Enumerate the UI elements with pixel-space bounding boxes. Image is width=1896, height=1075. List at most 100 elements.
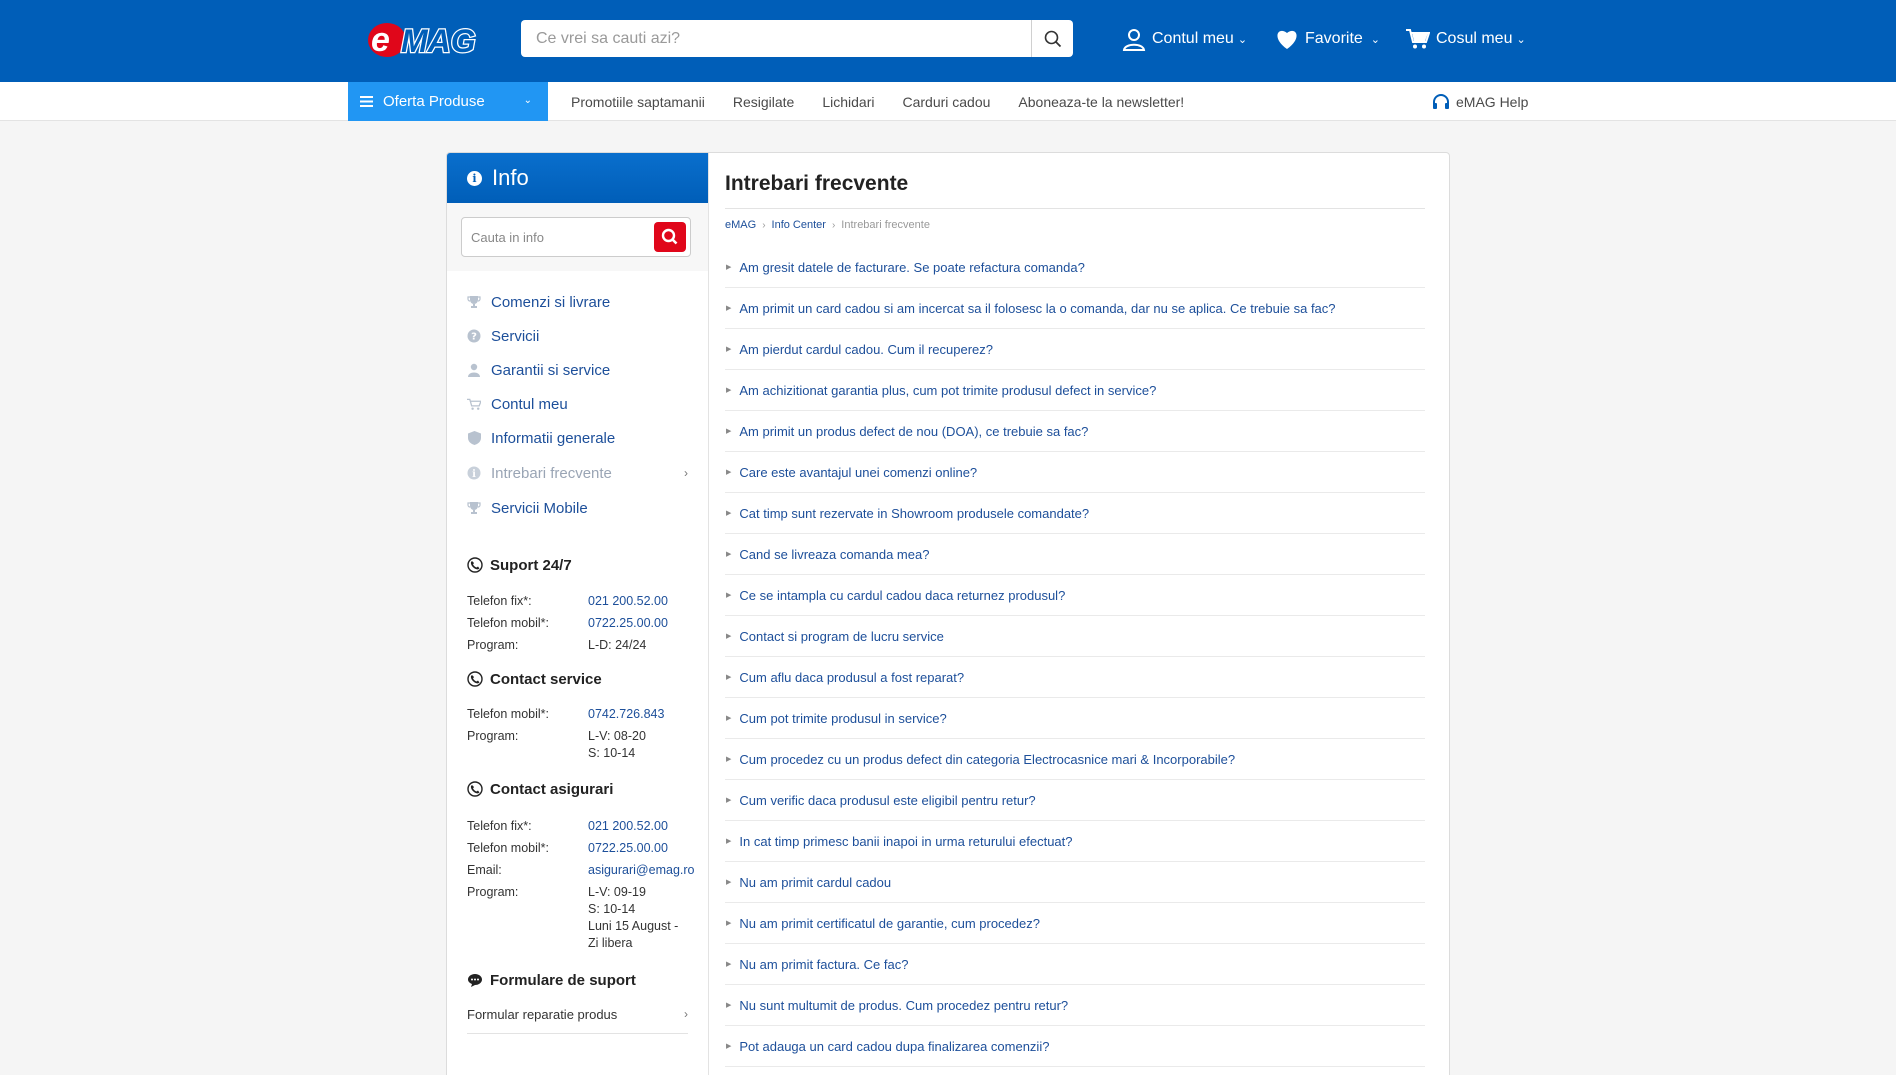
emag-logo[interactable]: e MAG bbox=[365, 18, 501, 60]
faq-item[interactable]: ▶ Cum aflu daca produsul a fost reparat? bbox=[725, 657, 1425, 698]
sidebar-item-label: Contul meu bbox=[491, 395, 568, 413]
sidebar-item-orders[interactable]: Comenzi si livrare bbox=[447, 285, 708, 319]
faq-item[interactable]: ▶ Contact si program de lucru service bbox=[725, 616, 1425, 657]
sidebar-item-label: Garantii si service bbox=[491, 361, 611, 379]
cart-link[interactable]: Cosul meu ⌄ bbox=[1405, 24, 1526, 54]
products-menu-label: Oferta Produse bbox=[383, 93, 485, 110]
breadcrumb-separator: › bbox=[762, 219, 766, 231]
help-link[interactable]: eMAG Help bbox=[1432, 82, 1528, 121]
search-input[interactable] bbox=[521, 20, 1031, 57]
phone-link[interactable]: 0722.25.00.00 bbox=[588, 615, 668, 632]
faq-content: Intrebari frecvente eMAG › Info Center ›… bbox=[709, 153, 1449, 1075]
triangle-right-icon: ▶ bbox=[726, 879, 732, 886]
account-label: Contul meu bbox=[1152, 30, 1234, 47]
svg-text:MAG: MAG bbox=[401, 23, 476, 59]
triangle-right-icon: ▶ bbox=[726, 961, 732, 968]
sidebar-item-label: Informatii generale bbox=[491, 429, 616, 447]
faq-item[interactable]: ▶ Am primit un produs defect de nou (DOA)… bbox=[725, 411, 1425, 452]
faq-item[interactable]: ▶ Nu sunt multumit de produs. Cum procede… bbox=[725, 985, 1425, 1026]
phone-icon bbox=[467, 781, 483, 797]
nav-link-promotions[interactable]: Promotiile saptamanii bbox=[571, 94, 705, 110]
info-icon: i bbox=[467, 170, 482, 186]
sidebar-item-warranty[interactable]: Garantii si service bbox=[447, 353, 708, 387]
sidebar-search bbox=[461, 217, 691, 257]
trophy-icon bbox=[467, 295, 481, 309]
chevron-down-icon: ⌄ bbox=[1370, 33, 1381, 46]
sidebar-item-general-info[interactable]: Informatii generale bbox=[447, 421, 708, 455]
faq-item[interactable]: ▶ Am primit un card cadou si am incercat … bbox=[725, 288, 1425, 329]
phone-link[interactable]: 0742.726.843 bbox=[588, 706, 664, 723]
faq-item[interactable]: ▶ Pot adauga un card cadou dupa finalizar… bbox=[725, 1026, 1425, 1067]
faq-item[interactable]: ▶ Nu am primit cardul cadou bbox=[725, 862, 1425, 903]
repair-form-link[interactable]: Formular reparatie produs › bbox=[447, 1003, 708, 1025]
divider bbox=[467, 1033, 688, 1034]
faq-item[interactable]: ▶ In cat timp primesc banii inapoi in urm… bbox=[725, 821, 1425, 862]
faq-item[interactable]: ▶ Cat timp sunt rezervate in Showroom pro… bbox=[725, 493, 1425, 534]
faq-item[interactable]: ▶ Cand se livreaza comanda mea? bbox=[725, 534, 1425, 575]
forms-title: Formulare de suport bbox=[467, 969, 698, 991]
svg-text:i: i bbox=[472, 469, 476, 480]
triangle-right-icon: ▶ bbox=[726, 797, 732, 804]
breadcrumb-current: Intrebari frecvente bbox=[841, 219, 930, 231]
support-section: Suport 24/7 Telefon fix*: 021 200.52.00 T… bbox=[447, 554, 708, 654]
faq-item[interactable]: ▶ Nu am primit certificatul de garantie, … bbox=[725, 903, 1425, 944]
help-label: eMAG Help bbox=[1456, 93, 1529, 110]
chevron-right-icon: › bbox=[684, 1007, 688, 1021]
breadcrumb: eMAG › Info Center › Intrebari frecvente bbox=[725, 215, 1425, 235]
sidebar-item-mobile-services[interactable]: Servicii Mobile bbox=[447, 491, 708, 525]
favorites-link[interactable]: Favorite ⌄ bbox=[1275, 24, 1380, 54]
faq-item[interactable]: ▶ Cum verific daca produsul este eligibil… bbox=[725, 780, 1425, 821]
phone-link[interactable]: 021 200.52.00 bbox=[588, 593, 668, 610]
phone-link[interactable]: 021 200.52.00 bbox=[588, 818, 668, 835]
email-link[interactable]: asigurari@emag.ro bbox=[588, 862, 694, 879]
shield-icon bbox=[467, 431, 481, 445]
faq-item[interactable]: ▶ Care este avantajul unei comenzi online… bbox=[725, 452, 1425, 493]
user-icon bbox=[1122, 29, 1146, 51]
search-icon bbox=[661, 228, 678, 245]
faq-item[interactable]: ▶ Nu am primit factura. Ce fac? bbox=[725, 944, 1425, 985]
chevron-down-icon: ⌄ bbox=[523, 95, 532, 106]
svg-text:e: e bbox=[371, 21, 390, 59]
sidebar-item-faq[interactable]: i Intrebari frecvente › bbox=[447, 455, 708, 491]
faq-item[interactable]: ▶ Cum procedez cu un produs defect din ca… bbox=[725, 739, 1425, 780]
breadcrumb-link-info-center[interactable]: Info Center bbox=[772, 219, 826, 231]
faq-item[interactable]: ▶ Am pierdut cardul cadou. Cum il recuper… bbox=[725, 329, 1425, 370]
nav-links: Promotiile saptamanii Resigilate Lichida… bbox=[571, 82, 1212, 121]
support-row: Program: L-D: 24/24 bbox=[467, 638, 647, 652]
triangle-right-icon: ▶ bbox=[726, 674, 732, 681]
sidebar-item-services[interactable]: ? Servicii bbox=[447, 319, 708, 353]
service-row: Program: L-V: 08-20 S: 10-14 bbox=[467, 729, 646, 760]
triangle-right-icon: ▶ bbox=[726, 1002, 732, 1009]
sidebar-item-label: Intrebari frecvente bbox=[491, 464, 612, 482]
question-icon: ? bbox=[467, 329, 481, 343]
account-link[interactable]: Contul meu ⌄ bbox=[1122, 24, 1247, 54]
sidebar-header: i Info bbox=[447, 153, 708, 203]
heart-icon bbox=[1277, 30, 1297, 49]
nav-link-resigilate[interactable]: Resigilate bbox=[733, 94, 794, 110]
faq-item[interactable]: ▶ Am achizitionat garantia plus, cum pot … bbox=[725, 370, 1425, 411]
faq-item[interactable]: ▶ Cum pot trimite produsul in service? bbox=[725, 698, 1425, 739]
sidebar-item-label: Comenzi si livrare bbox=[491, 293, 611, 311]
info-icon: i bbox=[467, 466, 481, 480]
nav-link-lichidari[interactable]: Lichidari bbox=[822, 94, 874, 110]
products-menu-button[interactable]: Oferta Produse ⌄ bbox=[348, 82, 548, 121]
sidebar-search-input[interactable] bbox=[462, 229, 654, 245]
nav-link-newsletter[interactable]: Aboneaza-te la newsletter! bbox=[1018, 94, 1184, 110]
faq-item[interactable]: ▶ Am gresit datele de facturare. Se poate… bbox=[725, 247, 1425, 288]
nav-link-gift-cards[interactable]: Carduri cadou bbox=[902, 94, 990, 110]
breadcrumb-link-home[interactable]: eMAG bbox=[725, 219, 756, 231]
sidebar-item-account[interactable]: Contul meu bbox=[447, 387, 708, 421]
svg-text:?: ? bbox=[471, 332, 477, 343]
sidebar-search-button[interactable] bbox=[654, 222, 686, 252]
sidebar-title: Info bbox=[492, 165, 529, 190]
triangle-right-icon: ▶ bbox=[726, 428, 732, 435]
phone-link[interactable]: 0722.25.00.00 bbox=[588, 840, 668, 857]
breadcrumb-separator: › bbox=[831, 219, 836, 231]
faq-item[interactable]: ▶ Ce se intampla cu cardul cadou daca ret… bbox=[725, 575, 1425, 616]
trophy-icon bbox=[467, 501, 481, 515]
phone-icon bbox=[467, 671, 483, 687]
triangle-right-icon: ▶ bbox=[726, 715, 732, 722]
insurance-title: Contact asigurari bbox=[467, 778, 698, 800]
search-button[interactable] bbox=[1031, 20, 1073, 57]
chevron-right-icon: › bbox=[684, 466, 688, 480]
